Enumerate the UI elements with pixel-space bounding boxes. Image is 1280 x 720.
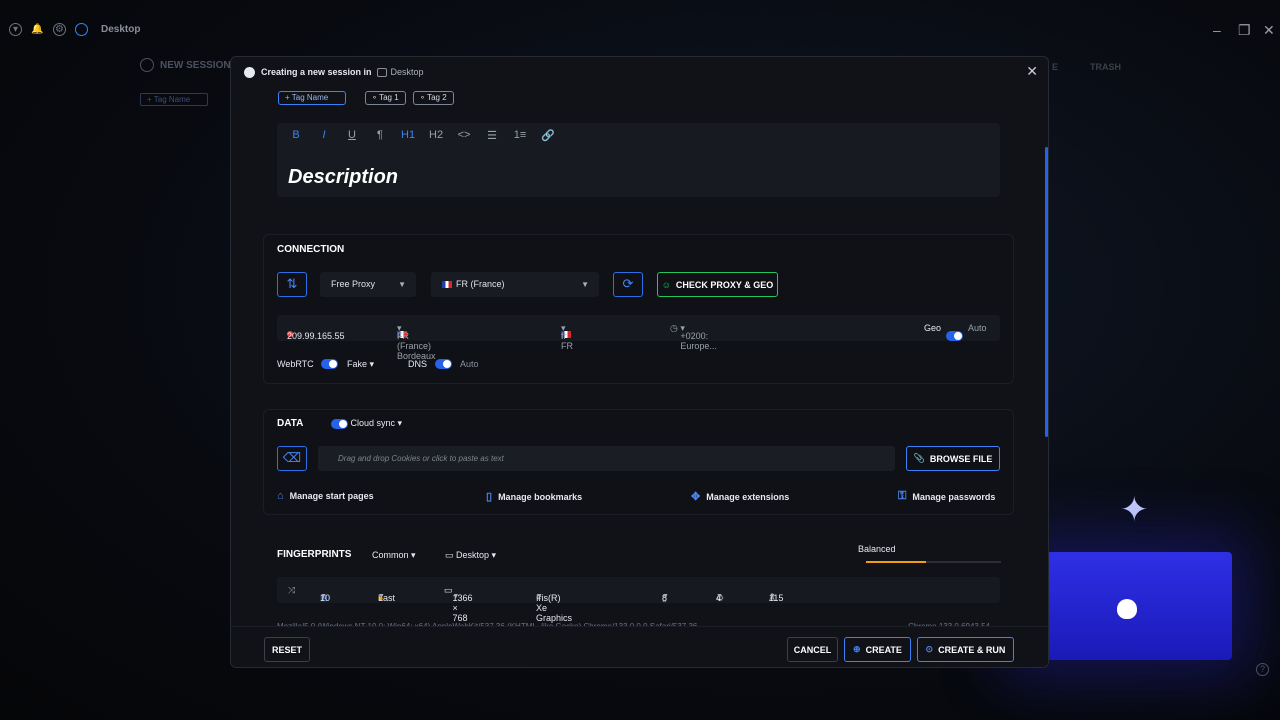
bg-trash: TRASH [1090,62,1121,72]
bell-icon[interactable]: 🔔 [31,23,44,36]
timezone-select[interactable]: ◷ +0200: Europe... ▾ [670,323,717,351]
h1-icon[interactable]: H1 [401,129,415,142]
fingerprints-title: FINGERPRINTS [277,549,352,560]
data-title: DATA [277,418,304,429]
eraser-icon[interactable]: ⌫ [277,446,307,471]
scrollbar[interactable] [1045,147,1048,437]
cancel-button[interactable]: CANCEL [787,637,838,662]
manage-extensions-link[interactable]: ✥ Manage extensions [691,490,789,503]
webrtc-mode-select[interactable]: Fake ▾ [347,359,374,370]
dns-toggle[interactable] [435,358,452,369]
create-button[interactable]: ⊕ CREATE [844,637,911,662]
proxy-settings-icon[interactable]: ⇅ [277,272,307,297]
dns-mode: Auto [460,359,479,369]
browse-file-button[interactable]: 📎 BROWSE FILE [906,446,1000,471]
home-icon: ⌂ [277,490,284,502]
swirl-logo-icon: ✦ [1120,491,1149,529]
create-and-run-button[interactable]: ⊙ CREATE & RUN [917,637,1014,662]
italic-icon[interactable]: I [317,129,331,142]
webrtc-toggle[interactable] [321,358,338,369]
workspace-title[interactable]: Desktop [101,24,140,35]
fingerprint-mode-select[interactable]: Common ▾ [372,550,416,561]
profile-balanced-tab[interactable]: Balanced [858,544,896,554]
description-editor[interactable]: B I U ¶ H1 H2 <> ☰ 1≡ 🔗 Description [277,123,1000,197]
cloud-sync-toggle[interactable]: Cloud sync ▾ [331,418,402,429]
connection-section [263,234,1014,384]
apple-logo-icon [1117,599,1137,619]
link-icon[interactable]: 🔗 [541,129,555,142]
description-text[interactable]: Description [288,166,398,189]
folder-icon [376,67,387,77]
close-icon[interactable]: ✕ [1026,63,1038,80]
tag-2[interactable]: ∘ Tag 2 [413,91,454,105]
app-logo-icon[interactable]: ▾ [9,22,22,36]
manage-bookmarks-link[interactable]: ▯ Manage bookmarks [486,490,582,503]
webrtc-label: WebRTC [277,359,314,369]
new-session-modal: Creating a new session in Desktop ✕ + Ta… [230,56,1049,668]
maximize-icon[interactable]: ❐ [1238,22,1251,39]
refresh-icon[interactable]: ⟳ [613,272,643,297]
bullet-list-icon[interactable]: ☰ [485,129,499,142]
device-select[interactable]: ▭ Desktop ▾ [445,550,496,561]
check-proxy-button[interactable]: ☺ CHECK PROXY & GEO [657,272,778,297]
bg-tag-name: + Tag Name [140,93,208,106]
code-icon[interactable]: <> [457,129,471,142]
numbered-list-icon[interactable]: 1≡ [513,129,527,142]
geo-info-bar: 209.99.165.55 FR (France) Bordeaux ▾ fr-… [277,315,1000,361]
proxy-type-select[interactable]: Free Proxy ▼ [320,272,416,297]
add-tag-button[interactable]: + Tag Name [278,91,346,105]
manage-passwords-link[interactable]: ⚿ Manage passwords [898,490,995,503]
bold-icon[interactable]: B [289,129,303,142]
app-topbar: ▾ 🔔 ⚙ Desktop [0,0,1280,58]
fingerprint-bar: ⤨ ⊞ 10 ▼ ● Last ▼ ▭ 1366 × 768 ▼ ⌁ Iris(… [277,577,1000,623]
connection-title: CONNECTION [277,244,345,255]
h2-icon[interactable]: H2 [429,129,443,142]
tag-1[interactable]: ∘ Tag 1 [365,91,406,105]
key-icon: ⚿ [898,490,907,502]
location-select[interactable]: FR (France) Bordeaux ▾ [397,323,436,361]
modal-workspace: Desktop [390,67,424,77]
puzzle-icon: ✥ [691,491,701,503]
modal-title: Creating a new session in [261,67,372,77]
bookmark-icon: ▯ [486,491,493,503]
shuffle-icon[interactable]: ⤨ [288,585,295,596]
resolution-select[interactable]: ▭ 1366 × 768 ▼ [444,585,473,623]
profile-track [926,561,1001,563]
modal-header: Creating a new session in Desktop [231,57,1048,87]
help-icon[interactable]: ? [1256,663,1269,676]
modal-footer: RESET CANCEL ⊕ CREATE ⊙ CREATE & RUN [231,626,1048,667]
gear-icon[interactable]: ⚙ [53,22,66,36]
manage-start-pages-link[interactable]: ⌂ Manage start pages [277,490,374,502]
geo-mode: Auto [968,323,987,333]
minimize-icon[interactable]: – [1213,22,1221,38]
app-logo-icon [244,66,255,78]
window-close-icon[interactable]: ✕ [1263,22,1275,39]
geo-label: Geo [924,323,942,333]
balanced-indicator [866,561,926,563]
editor-toolbar: B I U ¶ H1 H2 <> ☰ 1≡ 🔗 [289,129,555,142]
country-select[interactable]: FR (France) ▼ [431,272,599,297]
cookies-dropzone[interactable]: Drag and drop Cookies or click to paste … [318,446,895,471]
bg-tab: E [1052,62,1059,72]
workspace-icon[interactable] [75,22,88,36]
dns-label: DNS [408,359,428,369]
underline-icon[interactable]: U [345,129,359,142]
reset-button[interactable]: RESET [264,637,310,662]
language-select[interactable]: fr-FR fr ▾ [561,323,573,351]
paragraph-icon[interactable]: ¶ [373,129,387,142]
bg-new-session: NEW SESSION [140,58,231,72]
laptop-illustration [1022,552,1232,660]
